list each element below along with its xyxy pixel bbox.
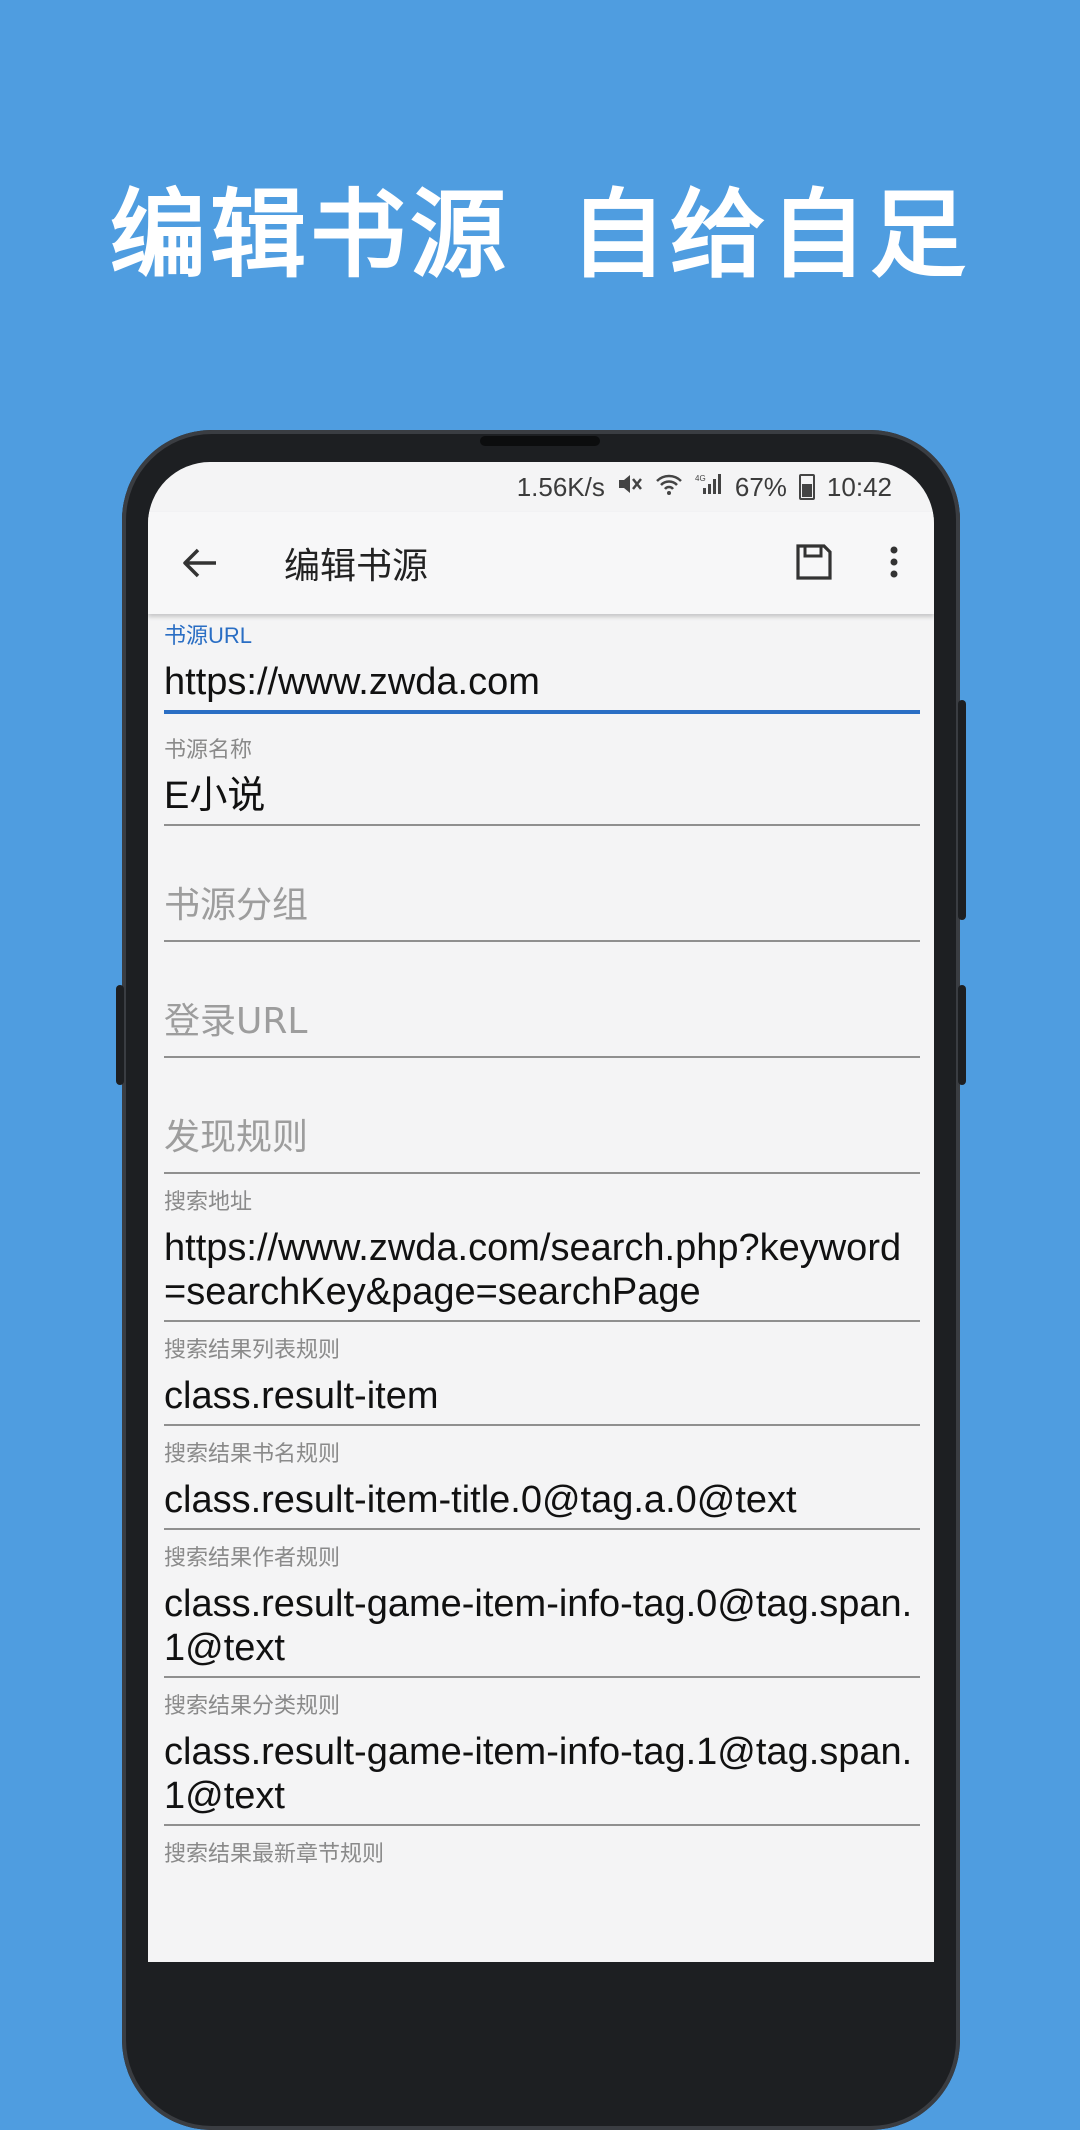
app-screen: 1.56K/s 4G 67% 10:42 编辑书源 书源URL https://… xyxy=(148,462,934,1962)
field-underline xyxy=(164,824,920,826)
back-button[interactable] xyxy=(178,541,222,585)
phone-power-button xyxy=(958,700,966,920)
field-source-name: 书源名称 E小说 xyxy=(164,736,920,826)
discover-rule-input[interactable]: 发现规则 xyxy=(164,1080,920,1172)
search-name-rule-input[interactable]: class.result-item-title.0@tag.a.0@text xyxy=(164,1468,920,1528)
field-underline xyxy=(164,710,920,714)
status-bar: 1.56K/s 4G 67% 10:42 xyxy=(148,462,934,512)
field-search-author-rule: 搜索结果作者规则 class.result-game-item-info-tag… xyxy=(164,1544,920,1678)
phone-volume-button xyxy=(116,985,124,1085)
search-url-input[interactable]: https://www.zwda.com/search.php?keyword=… xyxy=(164,1216,920,1320)
field-underline xyxy=(164,940,920,942)
field-underline xyxy=(164,1824,920,1826)
field-search-kind-rule: 搜索结果分类规则 class.result-game-item-info-tag… xyxy=(164,1692,920,1826)
search-list-rule-input[interactable]: class.result-item xyxy=(164,1364,920,1424)
svg-text:4G: 4G xyxy=(695,474,706,483)
field-underline xyxy=(164,1676,920,1678)
more-vert-icon xyxy=(890,546,898,578)
field-underline xyxy=(164,1172,920,1174)
field-search-list-rule: 搜索结果列表规则 class.result-item xyxy=(164,1336,920,1426)
promo-banner: 编辑书源 自给自足 xyxy=(0,170,1080,300)
search-kind-rule-input[interactable]: class.result-game-item-info-tag.1@tag.sp… xyxy=(164,1720,920,1824)
toolbar: 编辑书源 xyxy=(148,512,934,614)
book-source-form: 书源URL https://www.zwda.com 书源名称 E小说 书源分组… xyxy=(164,622,920,1868)
source-name-input[interactable]: E小说 xyxy=(164,764,920,824)
field-search-name-rule: 搜索结果书名规则 class.result-item-title.0@tag.a… xyxy=(164,1440,920,1530)
field-label: 书源URL xyxy=(164,623,253,648)
field-underline xyxy=(164,1056,920,1058)
field-discover-rule: 发现规则 xyxy=(164,1080,920,1174)
search-author-rule-input[interactable]: class.result-game-item-info-tag.0@tag.sp… xyxy=(164,1572,920,1676)
field-underline xyxy=(164,1528,920,1530)
login-url-input[interactable]: 登录URL xyxy=(164,964,920,1056)
source-url-input[interactable]: https://www.zwda.com xyxy=(164,650,920,710)
save-icon xyxy=(796,544,832,580)
source-group-input[interactable]: 书源分组 xyxy=(164,848,920,940)
network-speed: 1.56K/s xyxy=(516,471,605,502)
banner-text-right: 自给自足 xyxy=(570,179,970,291)
save-button[interactable] xyxy=(794,542,834,582)
field-label: 书源名称 xyxy=(164,737,253,762)
clock: 10:42 xyxy=(826,471,892,502)
mute-icon xyxy=(617,472,643,503)
field-label: 搜索结果最新章节规则 xyxy=(164,1841,385,1866)
battery-percent: 67% xyxy=(734,471,787,502)
field-label: 搜索结果列表规则 xyxy=(164,1337,341,1362)
more-options-button[interactable] xyxy=(884,542,904,582)
field-search-url: 搜索地址 https://www.zwda.com/search.php?key… xyxy=(164,1188,920,1322)
phone-side-button xyxy=(958,985,966,1085)
field-underline xyxy=(164,1320,920,1322)
field-login-url: 登录URL xyxy=(164,964,920,1058)
page-title: 编辑书源 xyxy=(284,546,429,587)
field-underline xyxy=(164,1424,920,1426)
field-search-last-chapter-rule: 搜索结果最新章节规则 xyxy=(164,1840,920,1868)
4g-signal-icon: 4G xyxy=(695,472,723,503)
field-label: 搜索结果书名规则 xyxy=(164,1441,341,1466)
arrow-left-icon xyxy=(183,548,216,578)
battery-icon xyxy=(798,474,815,500)
phone-speaker xyxy=(480,436,600,446)
field-label: 搜索结果分类规则 xyxy=(164,1693,341,1718)
field-label: 搜索地址 xyxy=(164,1189,253,1214)
wifi-icon xyxy=(655,472,683,503)
field-source-group: 书源分组 xyxy=(164,848,920,942)
field-source-url: 书源URL https://www.zwda.com xyxy=(164,622,920,714)
banner-text-left: 编辑书源 xyxy=(110,179,510,291)
field-label: 搜索结果作者规则 xyxy=(164,1545,341,1570)
